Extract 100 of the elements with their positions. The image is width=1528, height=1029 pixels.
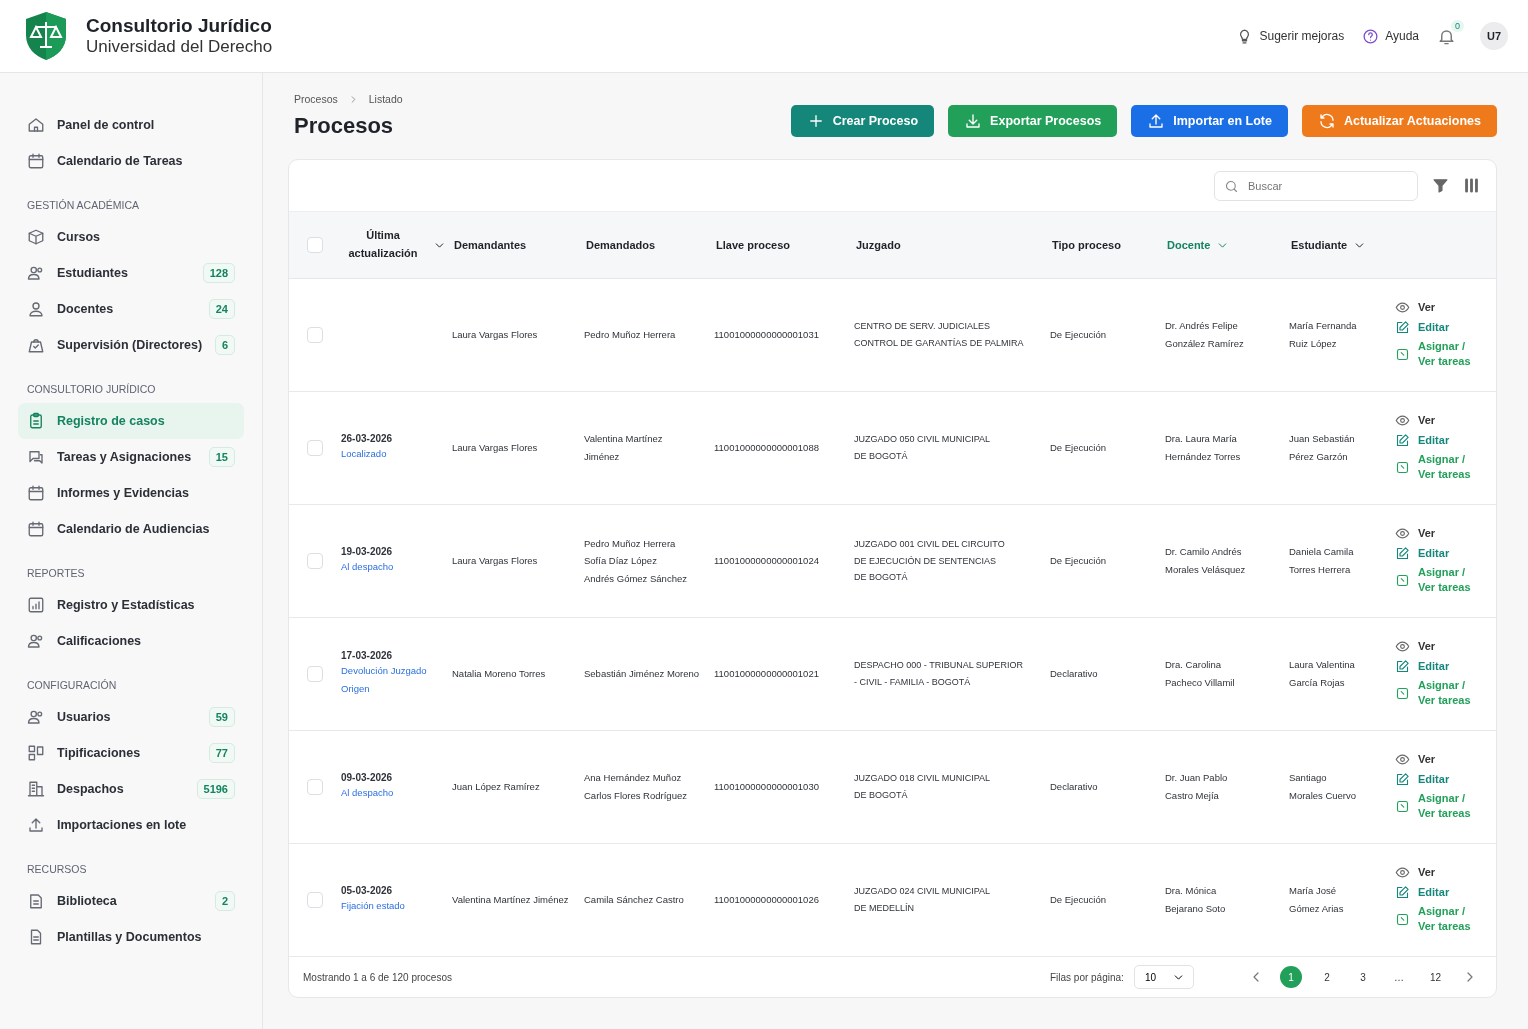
action-button[interactable]: Crear Proceso	[790, 105, 935, 137]
date-text: 17-03-2026	[340, 650, 393, 662]
row-action-link[interactable]: Ver	[1395, 865, 1479, 881]
edit-icon	[1395, 319, 1410, 335]
user-icon	[27, 300, 45, 318]
row-action-link[interactable]: Editar	[1395, 884, 1479, 900]
select-all-checkbox[interactable]	[307, 237, 323, 253]
column-header[interactable]: Demandantes	[446, 239, 578, 251]
sidebar-item[interactable]: Registro de casos	[18, 403, 244, 439]
table-cell-text: Laura Vargas Flores	[451, 328, 539, 343]
status-link[interactable]: Al despacho	[331, 556, 400, 577]
sidebar-item[interactable]: Supervisión (Directores) 6	[18, 327, 244, 363]
count-badge: 24	[208, 299, 235, 319]
page-button[interactable]: 2	[1316, 966, 1338, 988]
row-checkbox[interactable]	[307, 440, 323, 456]
column-header[interactable]: Tipo proceso	[1044, 239, 1159, 251]
row-action-link[interactable]: Editar	[1395, 658, 1479, 674]
table-cell-text: María Fernanda Ruiz López	[1288, 319, 1358, 351]
sidebar-label: Docentes	[57, 302, 114, 316]
row-action-link[interactable]: Ver	[1395, 752, 1479, 768]
count-badge: 5196	[196, 779, 235, 799]
upload-icon	[27, 816, 45, 834]
row-action-link[interactable]: Editar	[1395, 432, 1479, 448]
eye-icon	[1395, 300, 1410, 316]
breadcrumb-link[interactable]: Listado	[368, 93, 403, 105]
action-button[interactable]: Importar en Lote	[1131, 105, 1288, 137]
sidebar-item[interactable]: Docentes 24	[18, 291, 244, 327]
table-cell-text: 11001000000000001031	[713, 328, 820, 343]
row-action-link[interactable]: Editar	[1395, 545, 1479, 561]
column-header[interactable]: Demandados	[578, 239, 708, 251]
sidebar-item[interactable]: Calificaciones	[18, 623, 244, 659]
sidebar-item[interactable]: Biblioteca 2	[18, 883, 244, 919]
sidebar-label: Tareas y Asignaciones	[57, 450, 192, 464]
row-checkbox[interactable]	[307, 553, 323, 569]
row-action-link[interactable]: Ver	[1395, 526, 1479, 542]
section-heading: GESTIÓN ACADÉMICA	[26, 198, 141, 213]
filter-icon	[1432, 177, 1449, 194]
task-icon	[1395, 572, 1410, 588]
page-button[interactable]: 3	[1352, 966, 1374, 988]
row-action-link[interactable]: Editar	[1395, 319, 1479, 335]
building-icon	[27, 780, 45, 798]
user-avatar[interactable]: U7	[1480, 22, 1508, 50]
eye-icon	[1395, 413, 1410, 429]
count-badge: 77	[208, 743, 235, 763]
sidebar-item[interactable]: Estudiantes 128	[18, 255, 244, 291]
header-link[interactable]: Ayuda	[1362, 27, 1419, 45]
results-summary: Mostrando 1 a 6 de 120 procesos	[303, 971, 452, 983]
sidebar-label: Calificaciones	[57, 634, 142, 648]
table-cell-text: Laura Vargas Flores	[451, 441, 539, 456]
date-text: 19-03-2026	[340, 545, 393, 557]
eye-icon	[1395, 752, 1410, 768]
bag-icon	[27, 336, 45, 354]
status-link[interactable]: Al despacho	[331, 782, 400, 803]
table-cell-text: Declarativo	[1049, 780, 1099, 795]
search-field[interactable]: Buscar	[1214, 170, 1418, 201]
column-header[interactable]: Docente	[1159, 238, 1283, 252]
page-button[interactable]: 12	[1424, 966, 1446, 988]
sidebar-item[interactable]: Calendario de Tareas	[18, 143, 244, 179]
table-cell-text: Dr. Camilo Andrés Morales Velásquez	[1164, 545, 1247, 577]
sidebar-item[interactable]: Registro y Estadísticas	[18, 587, 244, 623]
column-header[interactable]: Estudiante	[1283, 238, 1395, 252]
status-link[interactable]: Fijación estado	[331, 895, 411, 916]
sidebar-item[interactable]: Usuarios 59	[18, 699, 244, 735]
row-checkbox[interactable]	[307, 779, 323, 795]
table-cell-text: JUZGADO 001 CIVIL DEL CIRCUITO DE EJECUCIÓN DE SENTENCIAS DE BOGOTÁ	[853, 538, 1006, 585]
table-cell-text: Daniela Camila Torres Herrera	[1288, 545, 1355, 577]
row-checkbox[interactable]	[307, 327, 323, 343]
row-checkbox[interactable]	[307, 666, 323, 682]
sidebar-item[interactable]: Informes y Evidencias	[18, 475, 244, 511]
section-heading: RECURSOS	[26, 862, 88, 877]
section-heading: CONFIGURACIÓN	[26, 678, 118, 693]
row-action-link[interactable]: Ver	[1395, 639, 1479, 655]
rows-per-page-select[interactable]: 10	[1133, 965, 1194, 989]
row-action-link[interactable]: Ver	[1395, 300, 1479, 316]
row-action-link[interactable]: Ver	[1395, 413, 1479, 429]
calendar-icon	[27, 520, 45, 538]
table-cell-text: 11001000000000001026	[713, 893, 820, 908]
breadcrumb-link[interactable]: Procesos	[294, 93, 338, 105]
page-button[interactable]: …	[1388, 966, 1410, 988]
edit-icon	[1395, 884, 1410, 900]
row-checkbox[interactable]	[307, 892, 323, 908]
column-header[interactable]: Última actualización	[331, 227, 446, 263]
clipboard-icon	[27, 412, 45, 430]
sidebar-item[interactable]: Despachos 5196	[18, 771, 244, 807]
column-header[interactable]: Juzgado	[848, 239, 1044, 251]
header-link[interactable]: Sugerir mejoras	[1236, 27, 1345, 45]
sidebar-item[interactable]: Tipificaciones 77	[18, 735, 244, 771]
sidebar-item[interactable]: Importaciones en lote	[18, 807, 244, 843]
status-link[interactable]: Localizado	[331, 443, 393, 464]
sidebar-item[interactable]: Panel de control	[18, 107, 244, 143]
task-icon	[1395, 911, 1410, 927]
sidebar-item[interactable]: Calendario de Audiencias	[18, 511, 244, 547]
sidebar-item[interactable]: Cursos	[18, 219, 244, 255]
table-cell-text: Natalia Moreno Torres	[451, 667, 547, 682]
sidebar-item[interactable]: Tareas y Asignaciones 15	[18, 439, 244, 475]
row-action-link[interactable]: Editar	[1395, 771, 1479, 787]
status-link[interactable]: Devolución Juzgado Origen	[331, 661, 446, 698]
column-header[interactable]: Llave proceso	[708, 239, 848, 251]
sidebar-item[interactable]: Plantillas y Documentos	[18, 919, 244, 955]
eye-icon	[1395, 865, 1410, 881]
